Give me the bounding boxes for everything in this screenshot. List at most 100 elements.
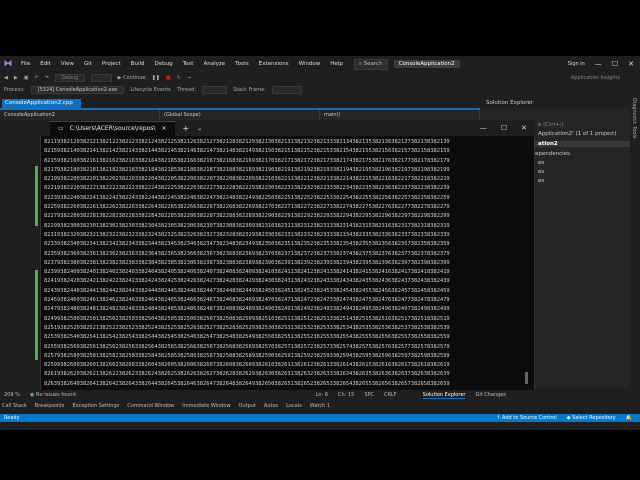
tab-command-window[interactable]: Command Window <box>127 403 174 409</box>
menu-tools[interactable]: Tools <box>235 61 249 67</box>
terminal-tab-title: C:\Users\ACER\source\repos\ <box>69 125 156 132</box>
minimize-icon[interactable]: — <box>595 60 602 68</box>
tab-locals[interactable]: Locals <box>286 403 302 409</box>
terminal-line: 8249938250038250138250238250338250438250… <box>44 315 450 322</box>
issues-indicator[interactable]: ● No issues found <box>30 392 76 398</box>
search-box[interactable]: ⌕ Search <box>353 58 388 70</box>
terminal-maximize-icon[interactable]: ☐ <box>501 124 507 132</box>
terminal-tab[interactable]: ▭ C:\Users\ACER\source\repos\ × <box>50 120 175 136</box>
step-icon[interactable]: → <box>187 75 191 81</box>
undo-icon[interactable]: ↶ <box>34 75 38 81</box>
terminal-line: 8261938262038262138262238262338262438262… <box>44 371 450 378</box>
select-repository-button[interactable]: ◆ Select Repository <box>567 415 616 421</box>
add-to-source-control-button[interactable]: ↑ Add to Source Control <box>496 415 557 421</box>
terminal-minimize-icon[interactable]: — <box>480 124 487 132</box>
back-icon[interactable]: ◀ <box>4 75 8 81</box>
tab-autos[interactable]: Autos <box>264 403 278 409</box>
thread-select[interactable] <box>201 86 228 94</box>
stack-frame-select[interactable] <box>271 86 302 94</box>
search-label: Search <box>363 60 383 67</box>
tab-exception-settings[interactable]: Exception Settings <box>73 403 120 409</box>
solution-title: ConsoleApplication2 <box>393 60 460 68</box>
forward-icon[interactable]: ▶ <box>14 75 18 81</box>
chevron-down-icon[interactable]: ⌄ <box>197 125 202 132</box>
scope-nav-select[interactable]: (Global Scope) <box>160 110 320 120</box>
tab-consoleapplication2-cpp[interactable]: ConsoleApplication2.cpp <box>2 99 81 108</box>
tab-breakpoints[interactable]: Breakpoints <box>35 403 65 409</box>
tab-call-stack[interactable]: Call Stack <box>2 403 27 409</box>
tab-git-changes[interactable]: Git Changes <box>475 392 506 398</box>
menu-analyze[interactable]: Analyze <box>203 61 225 67</box>
whitespace-indicator[interactable]: SPC <box>364 392 374 398</box>
menu-git[interactable]: Git <box>84 61 92 67</box>
continue-label: Continue <box>123 75 146 81</box>
terminal-line: 8251938252038252138252238252338252438252… <box>44 324 450 331</box>
terminal-output: 8211938212038212138212238212338212438212… <box>44 138 530 388</box>
select-repository-label: Select Repository <box>572 415 616 421</box>
maximize-icon[interactable]: ☐ <box>612 60 618 68</box>
toolbar: ◀ ▶ ▣ ↶ ↷ Debug ▶ Continue ❚❚ ■ ↻ → Appl… <box>0 72 640 84</box>
app-insights-button[interactable]: Application Insights <box>571 75 620 81</box>
restart-icon[interactable]: ↻ <box>177 75 181 81</box>
new-tab-icon[interactable]: + <box>183 124 190 133</box>
change-margin-marker <box>35 270 38 360</box>
redo-icon[interactable]: ↷ <box>45 75 49 81</box>
line-ending-indicator[interactable]: CRLF <box>384 392 397 398</box>
terminal-line: 8247938248038248138248238248338248438248… <box>44 306 450 313</box>
terminal-line: 8235938236038236138236238236338236438236… <box>44 250 450 257</box>
configuration-select[interactable]: Debug <box>54 74 86 82</box>
zoom-level[interactable]: 209 % <box>4 392 20 398</box>
project-nav-select[interactable]: ConsoleApplication2 <box>0 110 160 120</box>
menu-edit[interactable]: Edit <box>40 61 51 67</box>
terminal-scrollbar[interactable] <box>525 372 528 384</box>
terminal-close-icon[interactable]: ✕ <box>521 124 527 132</box>
bottom-tool-tabs: Call Stack Breakpoints Exception Setting… <box>0 401 640 411</box>
process-label: Process: <box>4 87 25 93</box>
terminal-line: 8227938228038228138228238228338228438228… <box>44 213 450 220</box>
lifecycle-events-button[interactable]: Lifecycle Events <box>130 87 170 93</box>
terminal-line: 8217938218038218138218238218338218438218… <box>44 166 450 173</box>
menu-help[interactable]: Help <box>330 61 343 67</box>
tab-output[interactable]: Output <box>239 403 256 409</box>
terminal-tab-close-icon[interactable]: × <box>162 125 167 132</box>
menu-bar: ⧓ File Edit View Git Project Build Debug… <box>0 56 640 72</box>
check-icon: ● <box>29 392 35 398</box>
thread-label: Thread: <box>176 87 196 93</box>
menu-debug[interactable]: Debug <box>155 61 173 67</box>
process-select[interactable]: [5324] ConsoleApplication2.exe <box>30 86 125 94</box>
diagnostic-tools-tab[interactable]: Diagnostic Tools <box>631 98 637 138</box>
menu-file[interactable]: File <box>21 61 30 67</box>
menu-project[interactable]: Project <box>102 61 121 67</box>
member-nav-select[interactable]: main() <box>320 110 480 120</box>
issues-text: No issues found <box>35 392 76 398</box>
editor-status-row: 209 % ● No issues found Ln: 6 Ch: 15 SPC… <box>0 390 640 400</box>
process-bar: Process: [5324] ConsoleApplication2.exe … <box>0 84 640 96</box>
terminal-line: 8243938244038244138244238244338244438244… <box>44 287 450 294</box>
notifications-icon[interactable]: 🔔 <box>626 415 632 421</box>
visual-studio-logo-icon: ⧓ <box>3 59 13 69</box>
terminal-line: 8263938264038264138264238264338264438264… <box>44 380 450 387</box>
navigation-bar: ConsoleApplication2 (Global Scope) main(… <box>0 110 480 120</box>
menu-build[interactable]: Build <box>131 61 145 67</box>
line-indicator[interactable]: Ln: 6 <box>316 392 328 398</box>
tab-watch-1[interactable]: Watch 1 <box>310 403 330 409</box>
menu-extensions[interactable]: Extensions <box>259 61 289 67</box>
stop-icon[interactable]: ■ <box>166 75 171 81</box>
terminal-line: 8221938222038222138222238222338222438222… <box>44 185 450 192</box>
tab-solution-explorer[interactable]: Solution Explorer <box>422 392 466 399</box>
continue-button[interactable]: ▶ Continue <box>118 75 146 81</box>
menu-window[interactable]: Window <box>299 61 321 67</box>
menu-test[interactable]: Test <box>183 61 194 67</box>
tab-immediate-window[interactable]: Immediate Window <box>182 403 230 409</box>
status-ready: Ready <box>4 415 20 421</box>
platform-select[interactable] <box>91 74 112 82</box>
terminal-line: 8231938232038232138232238232338232438232… <box>44 231 450 238</box>
save-icon[interactable]: ▣ <box>24 75 29 81</box>
right-tool-strip <box>630 98 640 388</box>
close-icon[interactable]: ✕ <box>628 60 634 68</box>
terminal-line: 8223938224038224138224238224338224438224… <box>44 194 450 201</box>
sign-in-link[interactable]: Sign in <box>568 61 585 67</box>
column-indicator[interactable]: Ch: 15 <box>338 392 354 398</box>
menu-view[interactable]: View <box>61 61 74 67</box>
pause-icon[interactable]: ❚❚ <box>152 75 160 81</box>
